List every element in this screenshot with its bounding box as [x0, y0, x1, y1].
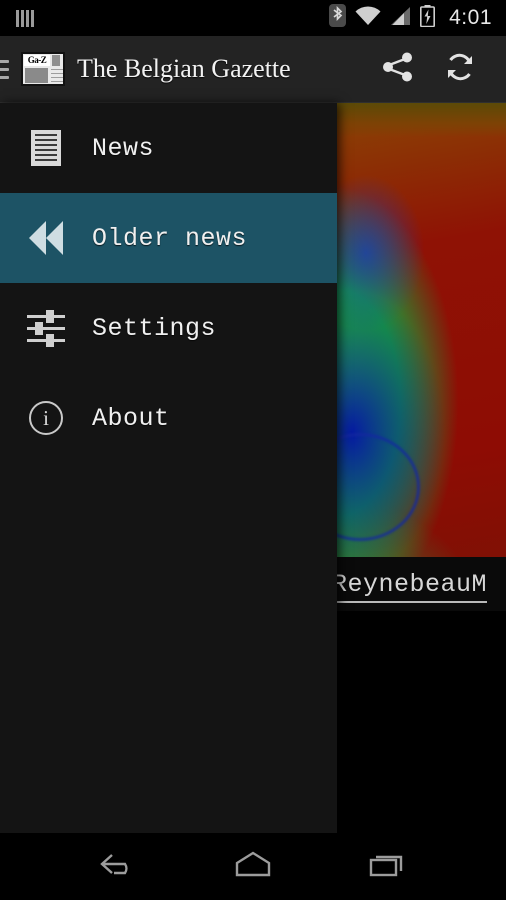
sidebar-item-news[interactable]: News: [0, 103, 337, 193]
status-bar-left: [16, 9, 34, 27]
phone-screen: 4:01 Ga-Z The Belgian Gazette ReynebeauM…: [0, 0, 506, 900]
home-icon: [227, 847, 279, 886]
sidebar-item-about[interactable]: i About: [0, 373, 337, 463]
document-lines-icon: [24, 130, 68, 166]
sidebar-item-older-news[interactable]: Older news: [0, 193, 337, 283]
sidebar-item-label: News: [92, 133, 155, 163]
article-byline-text: ReynebeauM: [332, 570, 488, 603]
action-bar-actions: [380, 51, 506, 87]
navigation-drawer: News Older news Settings i About: [0, 103, 337, 833]
sliders-icon: [24, 310, 68, 347]
app-icon-masthead: Ga-Z: [24, 55, 50, 66]
action-bar: Ga-Z The Belgian Gazette: [0, 36, 506, 103]
sim-card-icon: [16, 9, 34, 27]
recents-button[interactable]: [355, 844, 417, 890]
home-button[interactable]: [222, 844, 284, 890]
status-bar-right: 4:01: [329, 4, 492, 32]
sidebar-item-settings[interactable]: Settings: [0, 283, 337, 373]
status-bar: 4:01: [0, 0, 506, 36]
page-title: The Belgian Gazette: [77, 54, 291, 83]
status-bar-clock: 4:01: [449, 6, 492, 29]
system-navigation-bar: [0, 833, 506, 900]
app-icon: Ga-Z: [21, 52, 65, 86]
info-circle-icon: i: [24, 401, 68, 435]
wifi-icon: [355, 5, 381, 31]
sidebar-item-label: Settings: [92, 313, 217, 343]
share-icon: [381, 50, 415, 89]
back-button[interactable]: [89, 844, 151, 890]
refresh-icon: [443, 50, 477, 89]
sidebar-item-label: About: [92, 403, 170, 433]
sidebar-item-label: Older news: [92, 223, 248, 253]
cell-signal-icon: [390, 6, 411, 31]
recent-apps-icon: [360, 847, 412, 886]
bluetooth-icon: [329, 4, 347, 32]
refresh-button[interactable]: [442, 51, 478, 87]
battery-charging-icon: [420, 4, 436, 32]
rewind-double-arrow-icon: [24, 221, 68, 255]
share-button[interactable]: [380, 51, 416, 87]
hamburger-menu-icon[interactable]: [0, 59, 9, 79]
back-arrow-icon: [94, 847, 146, 886]
